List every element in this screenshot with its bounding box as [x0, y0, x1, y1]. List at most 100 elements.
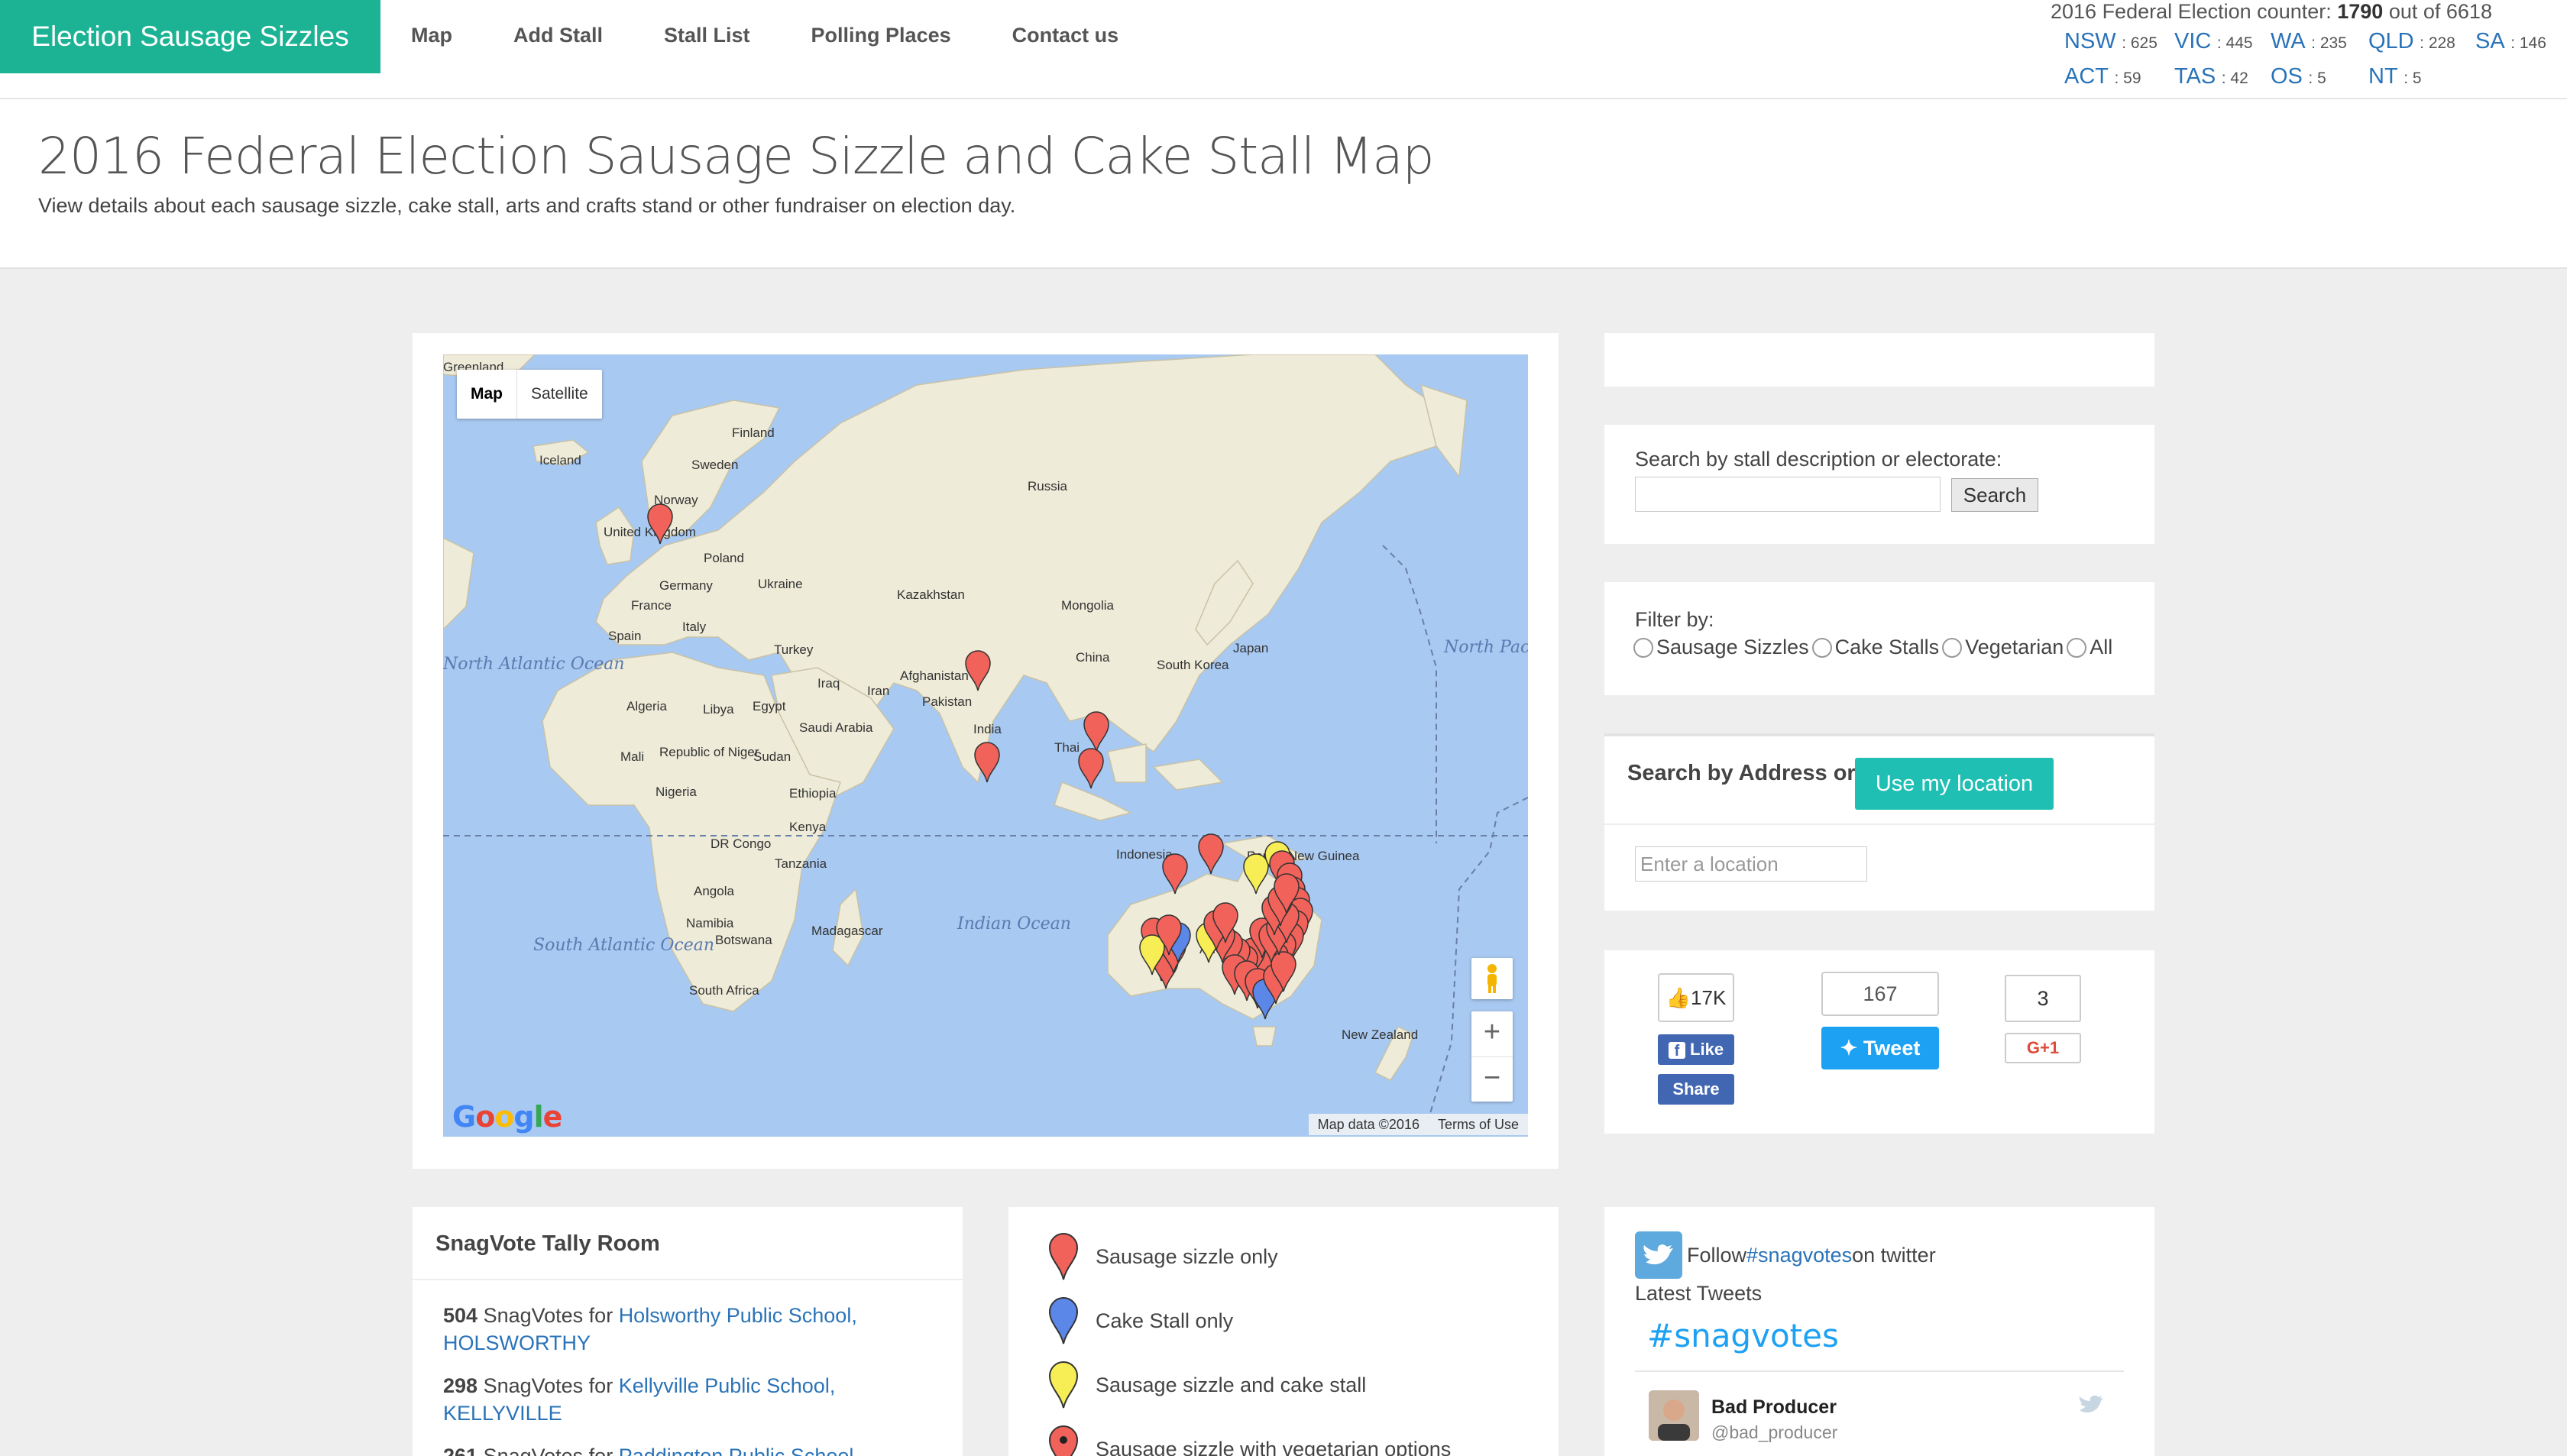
legend-item-vegetarian: Sausage sizzle with vegetarian options [1047, 1422, 1451, 1456]
divider [1635, 1370, 2124, 1372]
avatar[interactable] [1649, 1390, 1699, 1441]
label-kazakhstan: Kazakhstan [897, 587, 965, 602]
label-niger: Republic of Niger [659, 745, 759, 759]
twitter-follow: Follow #snagvotes on twitter [1635, 1231, 1936, 1279]
filter-all[interactable]: All [2067, 636, 2112, 659]
label-kenya: Kenya [789, 820, 827, 834]
filter-vegetarian[interactable]: Vegetarian [1942, 636, 2064, 659]
twitter-bird-icon[interactable] [2078, 1393, 2104, 1419]
use-my-location-button[interactable]: Use my location [1855, 758, 2054, 810]
zoom-out-button[interactable]: − [1471, 1056, 1513, 1102]
counter-suffix: out of 6618 [2388, 0, 2492, 23]
map-data-credit[interactable]: Map data ©2016 [1309, 1114, 1429, 1135]
facebook-icon: f [1668, 1042, 1685, 1060]
label-new-zealand: New Zealand [1342, 1027, 1418, 1042]
tally-school-link[interactable]: Paddington Public School, [619, 1445, 859, 1456]
twitter-icon[interactable] [1635, 1231, 1682, 1279]
label-thailand: Thai [1054, 740, 1080, 755]
nav-contact-us[interactable]: Contact us [982, 0, 1150, 73]
label-drc: DR Congo [711, 836, 771, 851]
label-madagascar: Madagascar [811, 924, 883, 938]
latest-tweets-label: Latest Tweets [1635, 1282, 1763, 1305]
stall-marker[interactable] [1078, 748, 1104, 789]
election-counter: 2016 Federal Election counter: 1790 out … [2051, 0, 2567, 90]
terms-of-use-link[interactable]: Terms of Use [1429, 1114, 1528, 1135]
page-subtitle: View details about each sausage sizzle, … [38, 194, 1016, 217]
nav-polling-places[interactable]: Polling Places [781, 0, 982, 73]
label-angola: Angola [694, 884, 734, 898]
filter-label: Filter by: [1635, 608, 1714, 631]
map-attribution: Map data ©2016 Terms of Use [1308, 1114, 1528, 1135]
label-tanzania: Tanzania [775, 856, 827, 871]
blue-marker-icon [1048, 1297, 1079, 1344]
label-saudi: Saudi Arabia [799, 720, 873, 735]
twitter-panel: Follow #snagvotes on twitter Latest Twee… [1604, 1207, 2154, 1456]
counter-value: 1790 [2337, 0, 2384, 23]
tally-title: SnagVote Tally Room [435, 1231, 660, 1256]
tweet-button[interactable]: ✦ Tweet [1821, 1027, 1939, 1069]
label-japan: Japan [1233, 641, 1268, 655]
address-search-panel: Search by Address or Use my location Ent… [1604, 733, 2154, 911]
page-title: 2016 Federal Election Sausage Sizzle and… [38, 127, 1435, 186]
address-search-title: Search by Address or [1627, 761, 1856, 785]
main-nav: Map Add Stall Stall List Polling Places … [380, 0, 1149, 73]
google-plus-button[interactable]: G+1 [2005, 1033, 2081, 1063]
filter-sausage-sizzles[interactable]: Sausage Sizzles [1633, 636, 1809, 659]
tweet-user-handle[interactable]: @bad_producer [1711, 1422, 1837, 1443]
facebook-like-button[interactable]: f Like [1658, 1034, 1734, 1065]
thumbs-up-icon: 👍 [1665, 986, 1691, 1009]
search-panel: Search by stall description or electorat… [1604, 425, 2154, 544]
top-ad-panel [1604, 333, 2154, 387]
stall-marker[interactable] [1198, 833, 1224, 875]
nav-add-stall[interactable]: Add Stall [483, 0, 633, 73]
search-button[interactable]: Search [1951, 478, 2038, 512]
facebook-share-button[interactable]: Share [1658, 1074, 1734, 1105]
legend-item-sausage: Sausage sizzle only [1047, 1230, 1278, 1283]
zoom-in-button[interactable]: + [1471, 1011, 1513, 1056]
radio-icon[interactable] [1942, 637, 1963, 658]
label-nigeria: Nigeria [656, 785, 697, 799]
google-plus-count: 3 [2005, 975, 2081, 1022]
label-egypt: Egypt [753, 699, 786, 713]
snagvotes-hashtag-link[interactable]: #snagvotes [1746, 1244, 1852, 1267]
state-counts: NSW : 625 VIC : 445 WA : 235 QLD : 228 S… [2051, 28, 2567, 90]
radio-icon[interactable] [1811, 637, 1832, 658]
street-view-pegman-icon[interactable] [1471, 958, 1513, 999]
label-algeria: Algeria [626, 699, 667, 713]
nav-stall-list[interactable]: Stall List [633, 0, 781, 73]
map-panel: Greenland Finland Iceland Sweden Norway … [413, 333, 1559, 1169]
state-act: ACT : 59 [2064, 64, 2141, 89]
yellow-marker-icon [1048, 1361, 1079, 1409]
google-logo[interactable]: Google [452, 1100, 562, 1134]
map-type-satellite-button[interactable]: Satellite [516, 370, 602, 419]
stall-map[interactable]: Greenland Finland Iceland Sweden Norway … [443, 354, 1528, 1137]
search-label: Search by stall description or electorat… [1635, 448, 2002, 471]
nav-map[interactable]: Map [380, 0, 483, 73]
label-north-pacific: North Pacific Ocean [1443, 638, 1528, 657]
state-qld: QLD : 228 [2368, 29, 2455, 53]
tally-item: 261 SnagVotes for Paddington Public Scho… [443, 1442, 932, 1456]
state-os: OS : 5 [2271, 64, 2326, 89]
label-south-africa: South Africa [689, 983, 759, 998]
search-input[interactable] [1635, 477, 1941, 512]
radio-icon[interactable] [2067, 637, 2087, 658]
brand-logo[interactable]: Election Sausage Sizzles [0, 0, 380, 73]
map-type-map-button[interactable]: Map [457, 370, 516, 419]
state-sa: SA : 146 [2475, 29, 2546, 53]
state-wa: WA : 235 [2271, 29, 2347, 53]
tally-room-panel: SnagVote Tally Room 504 SnagVotes for Ho… [413, 1207, 963, 1456]
tweet-user-name[interactable]: Bad Producer [1711, 1396, 1837, 1419]
stall-marker[interactable] [1083, 711, 1109, 752]
label-south-korea: South Korea [1157, 658, 1229, 672]
radio-icon[interactable] [1633, 637, 1653, 658]
legend-item-cake: Cake Stall only [1047, 1294, 1233, 1348]
label-poland: Poland [704, 551, 744, 565]
filter-cake-stalls[interactable]: Cake Stalls [1811, 636, 1939, 659]
state-tas: TAS : 42 [2174, 64, 2248, 89]
label-north-atlantic: North Atlantic Ocean [443, 655, 625, 674]
location-input[interactable]: Enter a location [1635, 846, 1867, 882]
legend-item-sausage-and-cake: Sausage sizzle and cake stall [1047, 1358, 1366, 1412]
tweet-count: 167 [1821, 972, 1939, 1016]
tally-list: 504 SnagVotes for Holsworthy Public Scho… [443, 1302, 932, 1456]
tweets-hashtag-title[interactable]: #snagvotes [1647, 1317, 1839, 1354]
